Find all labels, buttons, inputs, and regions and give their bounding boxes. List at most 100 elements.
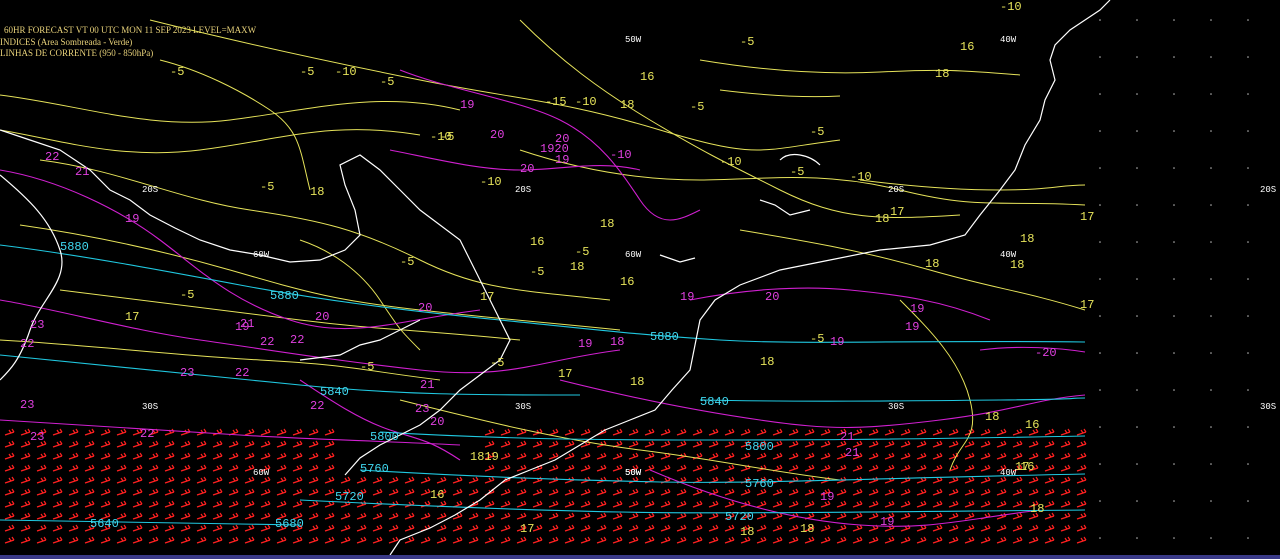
wind-barb xyxy=(244,524,255,532)
wind-barb xyxy=(1060,440,1071,448)
wind-barb xyxy=(548,524,559,532)
isoline-magenta-label: 21 xyxy=(240,317,254,331)
wind-barb xyxy=(1044,524,1055,532)
wind-barb xyxy=(500,500,511,508)
wind-barb xyxy=(612,452,623,460)
wind-barb xyxy=(708,524,719,532)
wind-barb xyxy=(1028,524,1039,532)
wind-barb xyxy=(100,440,111,448)
wind-barb xyxy=(388,512,399,520)
wind-barb xyxy=(1012,452,1023,460)
isoline-magenta-label: 23 xyxy=(415,402,429,416)
wind-barb xyxy=(1044,476,1055,484)
wind-barb xyxy=(4,464,15,472)
wind-barb xyxy=(340,524,351,532)
wind-barb xyxy=(436,512,447,520)
wind-barb xyxy=(148,536,159,544)
isoline-magenta-label: 20 xyxy=(490,128,504,142)
isoline-yellow-label: 16 xyxy=(1025,418,1039,432)
isoline-yellow-label: -5 xyxy=(575,245,589,259)
grid-dot xyxy=(1136,56,1138,58)
wind-barb xyxy=(788,524,799,532)
wind-barb xyxy=(516,500,527,508)
wind-barb xyxy=(52,428,63,436)
wind-barb xyxy=(820,464,831,472)
wind-barb xyxy=(692,512,703,520)
isoline-magenta-label: 22 xyxy=(310,399,324,413)
grid-dot xyxy=(1247,167,1249,169)
wind-barb xyxy=(148,440,159,448)
grid-dot xyxy=(1099,56,1101,58)
grid-dot xyxy=(1210,500,1212,502)
wind-barb xyxy=(772,536,783,544)
wind-barb xyxy=(932,524,943,532)
grid-dot xyxy=(1210,19,1212,21)
wind-barb xyxy=(228,536,239,544)
wind-barb xyxy=(516,512,527,520)
wind-barb xyxy=(292,500,303,508)
wind-barb xyxy=(516,452,527,460)
wind-barb xyxy=(308,476,319,484)
wind-barb xyxy=(20,452,31,460)
isoline-yellow-label: 17 xyxy=(558,367,572,381)
isoline-magenta-label: 20 xyxy=(418,301,432,315)
wind-barb xyxy=(196,452,207,460)
wind-barb xyxy=(308,464,319,472)
wind-barb xyxy=(260,524,271,532)
grid-dot xyxy=(1210,463,1212,465)
wind-barb xyxy=(580,464,591,472)
wind-barb xyxy=(52,440,63,448)
wind-barb xyxy=(852,512,863,520)
wind-barb xyxy=(84,500,95,508)
wind-barb xyxy=(452,524,463,532)
wind-barb xyxy=(612,512,623,520)
wind-barb xyxy=(996,452,1007,460)
isoline-yellow-label: -5 xyxy=(810,332,824,346)
wind-barb xyxy=(1076,440,1087,448)
isoline-magenta-label: 22 xyxy=(290,333,304,347)
wind-barb xyxy=(148,500,159,508)
grid-dot xyxy=(1247,426,1249,428)
isoline-yellow-label: 18 xyxy=(800,522,814,536)
isoline-yellow-label: 17 xyxy=(125,310,139,324)
wind-barb xyxy=(228,512,239,520)
wind-barb xyxy=(660,440,671,448)
isoline-magenta-label: 18 xyxy=(610,335,624,349)
wind-barb xyxy=(948,536,959,544)
wind-barb xyxy=(932,500,943,508)
wind-barb xyxy=(324,488,335,496)
wind-barb xyxy=(468,536,479,544)
wind-barb xyxy=(516,440,527,448)
wind-barb xyxy=(148,476,159,484)
wind-barb xyxy=(308,512,319,520)
wind-barb xyxy=(708,440,719,448)
wind-barb xyxy=(324,464,335,472)
wind-barb xyxy=(660,536,671,544)
wind-barb xyxy=(788,536,799,544)
isoline-cyan-label: 5840 xyxy=(700,395,729,409)
isoline-magenta-label: 19 xyxy=(910,302,924,316)
wind-barb xyxy=(804,536,815,544)
wind-barb xyxy=(916,536,927,544)
grid-coordinate-label: 40W xyxy=(1000,250,1017,260)
wind-barb xyxy=(404,512,415,520)
wind-barb xyxy=(52,524,63,532)
isoline-yellow-label: 18 xyxy=(760,355,774,369)
wind-barb xyxy=(52,536,63,544)
wind-barb xyxy=(564,428,575,436)
wind-barb xyxy=(756,536,767,544)
wind-barb xyxy=(532,488,543,496)
wind-barb xyxy=(692,428,703,436)
wind-barb xyxy=(516,464,527,472)
isoline-magenta-label: 22 xyxy=(20,337,34,351)
wind-barb xyxy=(228,488,239,496)
wind-barb xyxy=(276,500,287,508)
isoline-cyan-label: 5760 xyxy=(745,477,774,491)
isoline-yellow-label: 16 xyxy=(620,275,634,289)
grid-dot xyxy=(1099,389,1101,391)
wind-barb xyxy=(1028,452,1039,460)
wind-barb xyxy=(468,488,479,496)
grid-dot xyxy=(1210,56,1212,58)
grid-dot xyxy=(1173,315,1175,317)
wind-barb xyxy=(388,524,399,532)
